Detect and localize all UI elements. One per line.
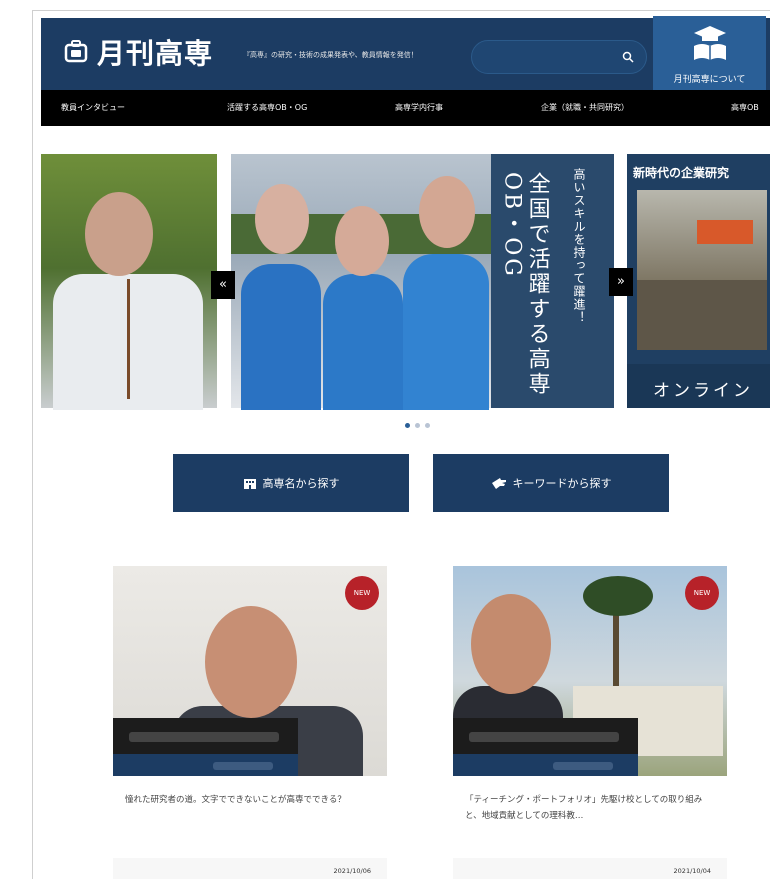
hero-slide-alumni[interactable]: 全国で活躍する高専OB・OG 高いスキルを持って躍進！ [231, 154, 614, 410]
slide-title: 新時代の企業研究 [633, 166, 730, 180]
person-face [255, 184, 309, 254]
page-frame: 月刊高専 『高専』の研究・技術の成果発表や、教員情報を発信！ 月刊高専について … [32, 10, 770, 879]
search-icon[interactable] [622, 51, 634, 63]
slide-photo [637, 190, 767, 350]
person-body [241, 264, 321, 410]
ground [637, 280, 767, 350]
person-face [335, 206, 389, 276]
author-name-blur [129, 732, 279, 742]
author-nameplate [113, 718, 298, 776]
building-icon [243, 479, 256, 489]
nav-item-alumni[interactable]: 活躍する高専OB・OG [227, 102, 307, 113]
hero-text-panel: 全国で活躍する高専OB・OG 高いスキルを持って躍進！ [491, 154, 614, 408]
article-card[interactable]: NEW 「ティーチング・ポートフォリオ」先駆け校としての取り組みと、地域貢献とし… [453, 566, 727, 879]
palm-leaves [583, 576, 653, 616]
article-card[interactable]: NEW 憧れた研究者の道。文字でできないことが高専でできる？ 2021/10/0… [113, 566, 387, 879]
carousel-dot[interactable] [405, 423, 410, 428]
hero-slide-interview[interactable] [41, 154, 217, 410]
search-input[interactable] [484, 49, 614, 60]
article-date: 2021/10/06 [333, 867, 371, 875]
search-by-keyword-button[interactable]: キーワードから探す [433, 454, 669, 512]
lanyard [127, 279, 130, 399]
search-box[interactable] [471, 40, 647, 74]
hero-title: 全国で活躍する高専OB・OG [499, 172, 550, 397]
carousel-dots [405, 423, 430, 428]
nameplate-strip [113, 754, 298, 776]
article-excerpt[interactable]: 「ティーチング・ポートフォリオ」先駆け校としての取り組みと、地域貢献としての理科… [453, 792, 727, 824]
author-school-blur [553, 762, 613, 770]
search-by-school-button[interactable]: 高専名から探す [173, 454, 409, 512]
book-bag-icon [64, 40, 88, 63]
site-tagline: 『高専』の研究・技術の成果発表や、教員情報を発信！ [243, 51, 418, 59]
person-face [85, 192, 153, 276]
new-badge: NEW [345, 576, 379, 610]
carousel-dot[interactable] [415, 423, 420, 428]
nav-item-events[interactable]: 高専学内行事 [395, 102, 443, 113]
carousel-prev-button[interactable]: « [211, 271, 235, 299]
article-footer: 2021/10/04 [453, 858, 727, 879]
search-by-keyword-label: キーワードから探す [512, 477, 612, 490]
site-header: 月刊高専 『高専』の研究・技術の成果発表や、教員情報を発信！ 月刊高専について [41, 16, 770, 114]
author-name-blur [469, 732, 619, 742]
person-body [403, 254, 489, 410]
site-logo[interactable]: 月刊高専 [63, 32, 213, 72]
search-by-school-label: 高専名から探す [262, 477, 340, 490]
about-label: 月刊高専について [673, 75, 746, 85]
pointing-hand-icon [491, 478, 506, 489]
person-body [323, 274, 403, 410]
new-badge: NEW [685, 576, 719, 610]
carousel-next-button[interactable]: » [609, 268, 633, 296]
article-thumbnail[interactable]: NEW [113, 566, 387, 776]
author-school-blur [213, 762, 273, 770]
article-date: 2021/10/04 [673, 867, 711, 875]
article-thumbnail[interactable]: NEW [453, 566, 727, 776]
logo-text: 月刊高専 [97, 37, 214, 70]
nameplate-strip [453, 754, 638, 776]
main-nav: 教員インタビュー 活躍する高専OB・OG 高専学内行事 企業（就職・共同研究） … [41, 90, 770, 126]
nav-item-interviews[interactable]: 教員インタビュー [61, 102, 125, 113]
person-face [471, 594, 551, 694]
excavator [697, 220, 753, 244]
nav-item-ob[interactable]: 高専OB [731, 102, 759, 113]
hero-slide-companies[interactable]: 新時代の企業研究 オンライン [627, 154, 770, 408]
graduation-book-icon [694, 26, 726, 60]
slide-subtitle: オンライン [653, 381, 753, 401]
nav-item-companies[interactable]: 企業（就職・共同研究） [541, 102, 629, 113]
author-nameplate [453, 718, 638, 776]
article-footer: 2021/10/06 [113, 858, 387, 879]
person-face [419, 176, 475, 248]
carousel-dot[interactable] [425, 423, 430, 428]
hero-subtitle: 高いスキルを持って躍進！ [572, 168, 586, 324]
hero-carousel: 全国で活躍する高専OB・OG 高いスキルを持って躍進！ 新時代の企業研究 オンラ… [41, 154, 770, 410]
article-excerpt[interactable]: 憧れた研究者の道。文字でできないことが高専でできる？ [113, 792, 387, 808]
person-face [205, 606, 297, 718]
